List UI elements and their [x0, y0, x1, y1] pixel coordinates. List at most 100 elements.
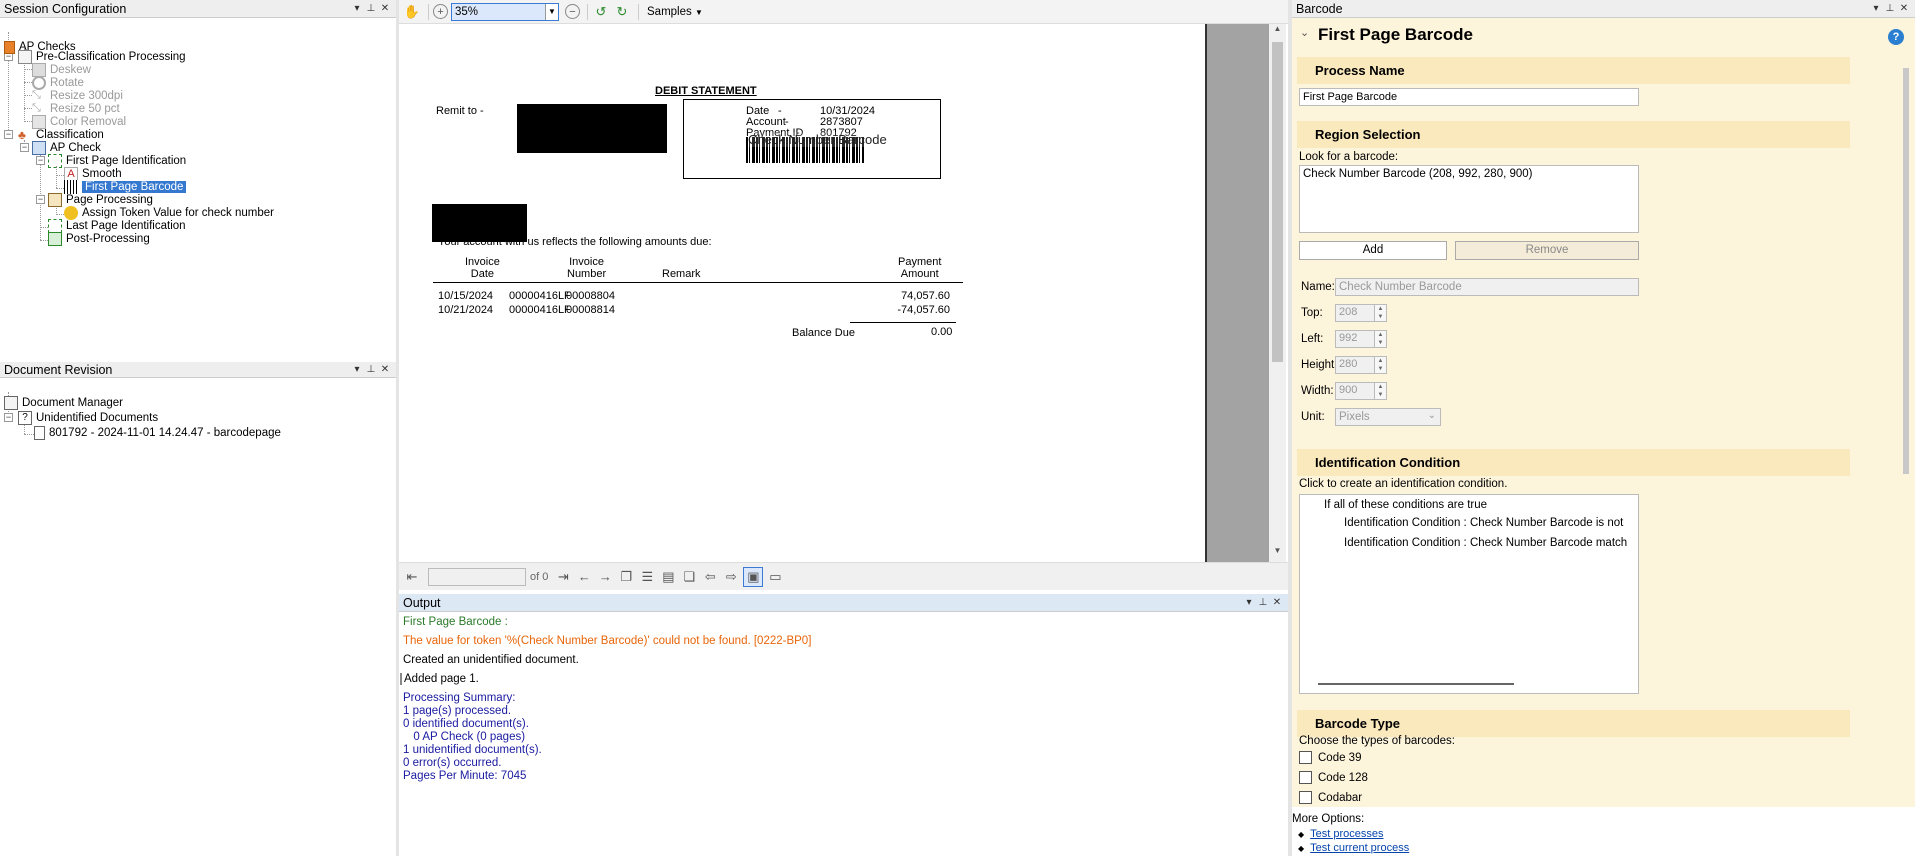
split-icon[interactable]: ☰	[638, 568, 656, 586]
barcode-type-codabar[interactable]: Codabar	[1299, 791, 1362, 804]
stepper-arrows-icon[interactable]: ▲ ▼	[1375, 382, 1387, 400]
merge-icon[interactable]: ▤	[659, 568, 677, 586]
tree-node-document[interactable]: 801792 - 2024-11-01 14.24.47 - barcodepa…	[34, 425, 281, 441]
left-stepper[interactable]: 992 ▲ ▼	[1335, 330, 1387, 348]
help-icon[interactable]: ?	[1888, 29, 1904, 45]
text-view-icon[interactable]: ▭	[766, 568, 784, 586]
back-icon[interactable]: ⇦	[701, 568, 719, 586]
tree-node-label: Post-Processing	[66, 233, 150, 245]
scroll-thumb[interactable]	[1272, 42, 1283, 362]
tree-node-label: Unidentified Documents	[36, 412, 159, 424]
chevron-down-icon: ⌄	[1427, 410, 1436, 421]
chevron-down-icon[interactable]: ▼	[545, 3, 558, 20]
page-number-input[interactable]	[428, 567, 526, 586]
condition-tree[interactable]: If all of these conditions are true Iden…	[1299, 494, 1639, 694]
rotate-left-icon[interactable]: ↺	[592, 3, 610, 21]
scroll-up-icon[interactable]: ▲	[1269, 24, 1286, 40]
checkbox[interactable]	[1299, 771, 1312, 784]
col-payment-amount: Payment Amount	[898, 256, 942, 280]
stepper-arrows-icon[interactable]: ▲ ▼	[1375, 304, 1387, 322]
dropdown-icon[interactable]: ▾	[350, 364, 364, 375]
left-label: Left:	[1301, 333, 1324, 345]
zoom-value: 35%	[455, 5, 479, 18]
close-icon[interactable]: ✕	[378, 3, 392, 14]
close-icon[interactable]: ✕	[1897, 3, 1911, 14]
test-processes-link[interactable]: Test processes	[1310, 828, 1383, 840]
dropdown-icon[interactable]: ▾	[1242, 597, 1256, 608]
barcode-type-code39[interactable]: Code 39	[1299, 751, 1361, 764]
unit-select[interactable]: Pixels ⌄	[1335, 408, 1441, 426]
region-name-input[interactable]: Check Number Barcode	[1335, 278, 1639, 296]
zoom-select[interactable]: 35% ▼	[451, 2, 559, 21]
width-stepper[interactable]: 900 ▲ ▼	[1335, 382, 1387, 400]
process-name-input[interactable]: First Page Barcode	[1299, 88, 1639, 106]
zoom-in-icon[interactable]: +	[433, 4, 448, 19]
copy-icon[interactable]: ❐	[617, 568, 635, 586]
condition-root[interactable]: If all of these conditions are true	[1324, 499, 1487, 511]
balance-value: 0.00	[931, 326, 953, 338]
region-list-item[interactable]: Check Number Barcode (208, 992, 280, 900…	[1303, 168, 1635, 180]
pan-hand-icon[interactable]: ✋	[403, 3, 421, 21]
col-remark: Remark	[662, 268, 701, 280]
collapse-toggle[interactable]: −	[4, 413, 13, 422]
checkbox[interactable]	[1299, 791, 1312, 804]
header-rule	[433, 282, 963, 283]
more-options-area: More Options: ◆ Test processes ◆ Test cu…	[1292, 807, 1915, 856]
pin-icon[interactable]: ⊥	[1883, 3, 1897, 14]
condition-item[interactable]: Identification Condition : Check Number …	[1344, 517, 1623, 529]
stepper-arrows-icon[interactable]: ▲ ▼	[1375, 330, 1387, 348]
region-list[interactable]: Check Number Barcode (208, 992, 280, 900…	[1299, 165, 1639, 233]
arrow-left-icon[interactable]: ←	[575, 568, 593, 586]
viewer-scrollbar[interactable]: ▲ ▼	[1269, 24, 1286, 562]
test-current-process-link[interactable]: Test current process	[1310, 842, 1409, 854]
page-icon	[34, 426, 45, 440]
collapse-toggle[interactable]: −	[20, 143, 29, 152]
top-stepper[interactable]: 208 ▲ ▼	[1335, 304, 1387, 322]
left-value: 992	[1335, 330, 1375, 348]
condition-item[interactable]: Identification Condition : Check Number …	[1344, 537, 1627, 549]
image-view-icon[interactable]: ▣	[743, 566, 764, 587]
close-icon[interactable]: ✕	[1270, 597, 1284, 608]
checkbox[interactable]	[1299, 751, 1312, 764]
barcode-type-code128[interactable]: Code 128	[1299, 771, 1368, 784]
collapse-toggle[interactable]: −	[4, 130, 13, 139]
pane-title: Barcode	[1296, 1, 1343, 16]
zoom-out-icon[interactable]: −	[565, 4, 580, 19]
samples-menu[interactable]: Samples ▼	[647, 6, 703, 18]
scroll-thumb[interactable]	[1903, 68, 1909, 474]
arrow-right-icon[interactable]: →	[596, 568, 614, 586]
pin-icon[interactable]: ⊥	[364, 3, 378, 14]
pin-icon[interactable]: ⊥	[1256, 597, 1270, 608]
collapse-toggle[interactable]: −	[36, 195, 45, 204]
forward-icon[interactable]: ⇨	[722, 568, 740, 586]
scroll-down-icon[interactable]: ▼	[1269, 546, 1286, 562]
horizontal-scrollbar[interactable]	[1318, 683, 1514, 685]
first-page-icon[interactable]: ⇤	[403, 568, 421, 586]
row-ref: 00000416LF	[509, 304, 571, 316]
checkbox-label: Code 128	[1318, 771, 1368, 784]
bullet-icon: ◆	[1298, 829, 1305, 839]
pin-icon[interactable]: ⊥	[364, 364, 378, 375]
stepper-arrows-icon[interactable]: ▲ ▼	[1375, 356, 1387, 374]
unknown-document-icon: ?	[18, 411, 32, 425]
document-page: DEBIT STATEMENT Remit to - Date - 10/31/…	[399, 24, 1207, 562]
top-value: 208	[1335, 304, 1375, 322]
remove-button[interactable]: Remove	[1455, 241, 1639, 260]
add-button[interactable]: Add	[1299, 241, 1447, 260]
close-icon[interactable]: ✕	[378, 364, 392, 375]
tree-node-document-manager[interactable]: Document Manager	[4, 395, 123, 411]
height-stepper[interactable]: 280 ▲ ▼	[1335, 356, 1387, 374]
tree-node-unidentified-documents[interactable]: ? Unidentified Documents	[18, 410, 158, 426]
collapse-toggle[interactable]: −	[36, 156, 45, 165]
row-number: 00008814	[566, 304, 615, 316]
dropdown-icon[interactable]: ▾	[350, 3, 364, 14]
group-icon[interactable]: ❏	[680, 568, 698, 586]
dropdown-icon[interactable]: ▾	[1869, 3, 1883, 14]
panel-scrollbar[interactable]	[1901, 52, 1911, 807]
last-page-icon[interactable]: ⇥	[554, 568, 572, 586]
bullet-icon: ◆	[1298, 843, 1305, 853]
rotate-right-icon[interactable]: ↻	[613, 3, 631, 21]
collapse-chevron-icon[interactable]: ⌄	[1300, 26, 1309, 39]
tree-node-post-processing[interactable]: Post-Processing	[48, 231, 150, 247]
identification-icon	[48, 154, 62, 168]
